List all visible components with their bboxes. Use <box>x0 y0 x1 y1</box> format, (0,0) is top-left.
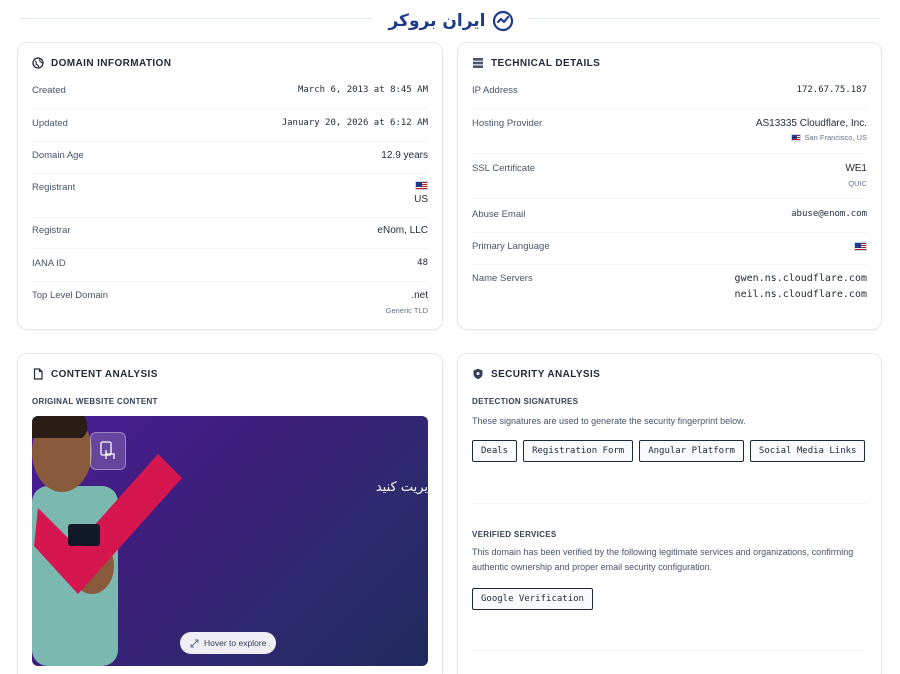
signature-chips: Deals Registration Form Angular Platform… <box>472 440 866 462</box>
domain-age-row: Domain Age 12.9 years <box>32 150 428 174</box>
registrar-value: eNom, LLC <box>377 225 428 236</box>
ssl-certificate-value: WE1 <box>845 163 867 174</box>
hosting-provider-row: Hosting Provider AS13335 Cloudflare, Inc… <box>472 118 867 154</box>
abuse-email-label: Abuse Email <box>472 209 526 220</box>
ip-address-row: IP Address 172.67.75.187 <box>472 85 867 109</box>
brand-logo-text: ایران بروکر <box>388 11 486 31</box>
brand-mark-icon <box>492 10 513 32</box>
created-value: March 6, 2013 at 8:45 AM <box>297 85 428 95</box>
registrant-row: Registrant US <box>32 180 428 218</box>
verified-service-chip[interactable]: Google Verification <box>472 588 593 610</box>
signature-chip[interactable]: Registration Form <box>523 440 634 462</box>
iana-id-label: IANA ID <box>32 258 66 269</box>
domain-information-card: DOMAIN INFORMATION Created March 6, 2013… <box>17 42 443 330</box>
tld-row: Top Level Domain .net Generic TLD <box>32 290 428 318</box>
hosting-provider-label: Hosting Provider <box>472 118 543 129</box>
expand-icon <box>190 639 199 647</box>
signature-chip[interactable]: Angular Platform <box>639 440 744 462</box>
verified-description: This domain has been verified by the fol… <box>472 547 854 572</box>
detection-description: These signatures are used to generate th… <box>472 416 746 426</box>
primary-language-label: Primary Language <box>472 241 550 252</box>
document-icon <box>33 368 43 380</box>
website-preview[interactable]: یریت کنید Hover to explore <box>32 416 428 666</box>
tld-sub: Generic TLD <box>385 306 428 315</box>
hosting-provider-value: AS13335 Cloudflare, Inc. <box>755 118 867 129</box>
card-title: DOMAIN INFORMATION <box>51 57 172 69</box>
domain-age-value: 12.9 years <box>381 150 428 161</box>
abuse-email-row: Abuse Email abuse@enom.com <box>472 209 867 233</box>
name-servers-row: Name Servers gwen.ns.cloudflare.com neil… <box>472 273 867 313</box>
globe-icon <box>32 57 44 69</box>
tld-value: .net <box>411 290 428 301</box>
updated-value: January 20, 2026 at 6:12 AM <box>281 118 428 128</box>
name-server-1: gwen.ns.cloudflare.com <box>734 273 867 284</box>
card-title: SECURITY ANALYSIS <box>491 368 601 380</box>
name-servers-label: Name Servers <box>472 273 533 284</box>
verified-services-label: VERIFIED SERVICES <box>472 530 557 539</box>
us-flag-icon <box>415 180 428 190</box>
content-analysis-card: CONTENT ANALYSIS ORIGINAL WEBSITE CONTEN… <box>17 353 443 674</box>
signature-chip[interactable]: Social Media Links <box>749 440 866 462</box>
original-content-label: ORIGINAL WEBSITE CONTENT <box>32 397 158 406</box>
detection-signatures-label: DETECTION SIGNATURES <box>472 397 579 406</box>
ssl-protocol: QUIC <box>848 179 867 188</box>
registrar-row: Registrar eNom, LLC <box>32 225 428 249</box>
us-flag-icon <box>854 241 867 251</box>
created-row: Created March 6, 2013 at 8:45 AM <box>32 85 428 109</box>
us-flag-icon <box>791 134 802 141</box>
divider-line <box>528 18 880 19</box>
divider-line <box>20 18 372 19</box>
ip-address-label: IP Address <box>472 85 518 96</box>
registrant-label: Registrant <box>32 182 76 193</box>
updated-label: Updated <box>32 118 68 129</box>
iana-id-row: IANA ID 48 <box>32 258 428 282</box>
iana-id-value: 48 <box>417 258 428 268</box>
signature-chip[interactable]: Deals <box>472 440 518 462</box>
abuse-email-value[interactable]: abuse@enom.com <box>791 209 867 219</box>
hover-to-explore-button[interactable]: Hover to explore <box>180 632 277 654</box>
ssl-certificate-row: SSL Certificate WE1 QUIC <box>472 163 867 199</box>
card-title: CONTENT ANALYSIS <box>51 368 158 380</box>
server-icon <box>473 58 483 68</box>
section-divider <box>472 503 867 504</box>
technical-details-card: TECHNICAL DETAILS IP Address 172.67.75.1… <box>457 42 882 330</box>
shield-icon <box>473 368 483 380</box>
brand-logo[interactable]: ایران بروکر <box>378 8 524 34</box>
section-divider <box>472 650 867 651</box>
ssl-certificate-label: SSL Certificate <box>472 163 536 174</box>
hover-to-explore-label: Hover to explore <box>204 638 267 648</box>
document-hand-icon <box>90 432 126 470</box>
hosting-location: San Francisco, US <box>804 133 867 142</box>
updated-row: Updated January 20, 2026 at 6:12 AM <box>32 118 428 142</box>
name-server-2: neil.ns.cloudflare.com <box>734 289 867 300</box>
card-title: TECHNICAL DETAILS <box>491 57 601 69</box>
registrant-value: US <box>414 194 428 205</box>
security-analysis-card: SECURITY ANALYSIS DETECTION SIGNATURES T… <box>457 353 882 674</box>
registrar-label: Registrar <box>32 225 71 236</box>
preview-banner-text: یریت کنید <box>375 480 428 495</box>
tld-label: Top Level Domain <box>32 290 109 301</box>
verified-service-chips: Google Verification <box>472 588 593 610</box>
ip-address-value: 172.67.75.187 <box>796 85 867 95</box>
created-label: Created <box>32 85 66 96</box>
domain-age-label: Domain Age <box>32 150 84 161</box>
primary-language-row: Primary Language <box>472 241 867 265</box>
top-logo-bar: ایران بروکر <box>0 0 900 44</box>
